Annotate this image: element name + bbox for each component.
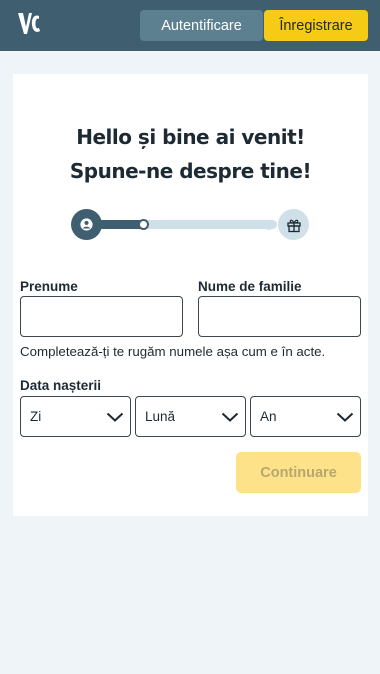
birth-day-select[interactable]: Zi	[20, 396, 131, 437]
title-line-2: Spune-ne despre tine!	[69, 159, 312, 183]
user-icon	[80, 218, 93, 231]
signup-card: Hello și bine ai venit! Spune-ne despre …	[13, 74, 368, 516]
track-end-marker	[264, 220, 274, 230]
last-name-input[interactable]	[198, 296, 361, 337]
birthdate-label: Data nașterii	[20, 378, 102, 393]
current-step-marker	[138, 219, 149, 230]
login-button[interactable]: Autentificare	[140, 10, 263, 41]
title-line-1: Hello și bine ai venit!	[76, 125, 305, 149]
chevron-down-icon	[106, 412, 124, 422]
continue-button[interactable]: Continuare	[236, 452, 361, 493]
page-title: Hello și bine ai venit! Spune-ne despre …	[13, 120, 368, 188]
vc-logo[interactable]	[17, 10, 41, 38]
first-name-input[interactable]	[20, 296, 183, 337]
step-profile	[71, 209, 102, 240]
step-reward	[278, 209, 309, 240]
last-name-label: Nume de familie	[198, 279, 302, 294]
chevron-down-icon	[221, 412, 239, 422]
chevron-down-icon	[336, 412, 354, 422]
gift-icon	[286, 219, 301, 232]
birth-day-value: Zi	[30, 409, 42, 424]
birth-year-value: An	[260, 409, 277, 424]
birth-month-select[interactable]: Lună	[135, 396, 246, 437]
register-button[interactable]: Înregistrare	[264, 10, 368, 41]
name-hint-text: Completează-ți te rugăm numele așa cum e…	[20, 344, 326, 359]
first-name-label: Prenume	[20, 279, 78, 294]
birth-year-select[interactable]: An	[250, 396, 361, 437]
top-navigation-bar: Autentificare Înregistrare	[0, 0, 380, 51]
progress-stepper	[71, 207, 311, 243]
birth-month-value: Lună	[145, 409, 176, 424]
